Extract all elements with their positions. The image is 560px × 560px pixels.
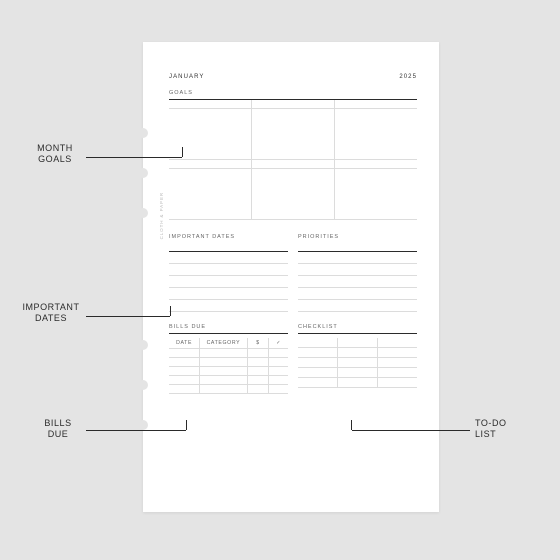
punch-hole [138,168,148,178]
checklist-title: CHECKLIST [298,324,417,330]
goals-grid [169,100,417,220]
page-header: JANUARY 2025 [169,74,417,80]
punch-hole [138,208,148,218]
goals-title: GOALS [169,90,417,96]
punch-hole [138,340,148,350]
callout-todo-list: TO-DO LIST [475,418,535,441]
callout-month-goals: MONTH GOALS [23,143,87,166]
year-label: 2025 [399,74,417,80]
bills-col-category: CATEGORY [199,338,246,349]
callout-bills-due: BILLS DUE [33,418,83,441]
leader-line [86,316,170,317]
leader-line [86,157,182,158]
priorities-title: PRIORITIES [298,234,417,240]
bills-col-done: ✓ [268,338,288,349]
month-label: JANUARY [169,74,204,80]
punch-hole [138,380,148,390]
bills-table-head: DATE CATEGORY $ ✓ [169,338,288,349]
bills-due-title: BILLS DUE [169,324,288,330]
priorities-section: PRIORITIES [298,234,417,312]
bills-checklist-row: BILLS DUE DATE CATEGORY $ ✓ CHECKLIS [169,324,417,394]
callout-important-dates: IMPORTANT DATES [13,302,89,325]
product-canvas: CLOTH & PAPER JANUARY 2025 GOALS [0,0,560,560]
important-dates-title: IMPORTANT DATES [169,234,288,240]
leader-line [352,430,470,431]
punch-hole [138,420,148,430]
planner-page: CLOTH & PAPER JANUARY 2025 GOALS [143,42,439,512]
important-dates-section: IMPORTANT DATES [169,234,288,312]
leader-line [86,430,186,431]
bills-col-amount: $ [247,338,269,349]
dates-priorities-row: IMPORTANT DATES PRIORITIES [169,234,417,312]
bills-due-section: BILLS DUE DATE CATEGORY $ ✓ [169,324,288,394]
punch-hole [138,128,148,138]
bills-col-date: DATE [169,338,199,349]
checklist-section: CHECKLIST [298,324,417,394]
brand-mark: CLOTH & PAPER [159,192,164,239]
page-content: CLOTH & PAPER JANUARY 2025 GOALS [169,74,417,490]
